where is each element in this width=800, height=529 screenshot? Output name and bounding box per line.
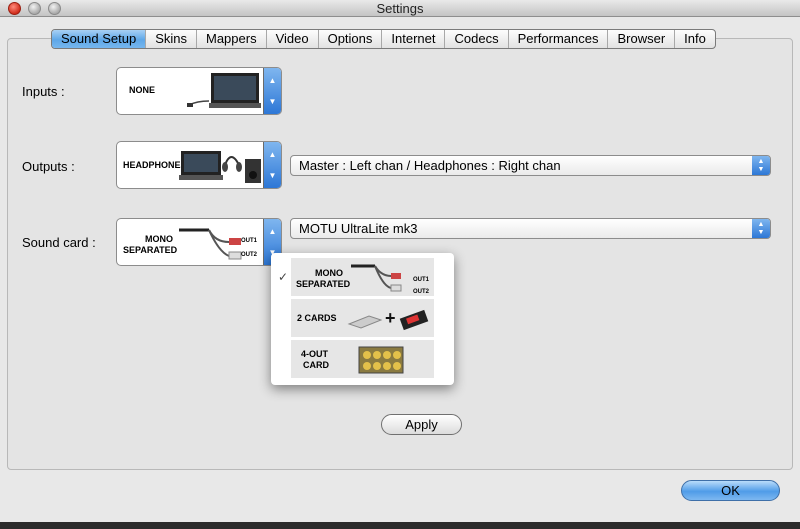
- menu-item-4-out-line1: 4-OUT: [301, 349, 328, 359]
- title-bar: Settings: [0, 0, 800, 17]
- sound-card-label: Sound card :: [22, 235, 96, 250]
- outputs-label: Outputs :: [22, 159, 75, 174]
- sound-card-value: MOTU UltraLite mk3: [299, 221, 418, 236]
- tab-browser[interactable]: Browser: [608, 30, 676, 48]
- menu-item-2-cards[interactable]: 2 CARDS +: [291, 299, 434, 337]
- headphones-output-icon: [179, 151, 261, 183]
- sound-card-select[interactable]: MOTU UltraLite mk3 ▲ ▼: [290, 218, 771, 239]
- outputs-stepper[interactable]: ▲ ▼: [263, 142, 281, 188]
- ok-button[interactable]: OK: [681, 480, 780, 501]
- inputs-stepper[interactable]: ▲ ▼: [263, 68, 281, 114]
- menu-item-mono-line1: MONO: [315, 268, 343, 278]
- two-cards-icon: +: [347, 308, 429, 331]
- mono-cable-icon: [351, 264, 402, 292]
- inputs-picker-text: NONE: [129, 85, 156, 95]
- outputs-picker[interactable]: HEADPHONES ▲ ▼: [116, 141, 282, 189]
- svg-text:+: +: [385, 308, 396, 328]
- sound-card-arrows: ▲ ▼: [752, 219, 770, 238]
- menu-item-4-out-card[interactable]: 4-OUT CARD: [291, 340, 434, 378]
- tab-options[interactable]: Options: [319, 30, 383, 48]
- desktop-background-strip: [0, 522, 800, 529]
- inputs-label: Inputs :: [22, 84, 65, 99]
- laptop-input-icon: [187, 73, 261, 108]
- four-out-card-icon: [358, 346, 404, 374]
- tab-skins[interactable]: Skins: [146, 30, 197, 48]
- menu-item-mono-line2: SEPARATED: [296, 279, 351, 289]
- output-routing-arrows: ▲ ▼: [752, 156, 770, 175]
- sound-card-picker-line2: SEPARATED: [123, 245, 178, 255]
- output-routing-select[interactable]: Master : Left chan / Headphones : Right …: [290, 155, 771, 176]
- sound-card-picker[interactable]: MONO SEPARATED OUT1 OUT2 ▲▼: [116, 218, 282, 266]
- tab-mappers[interactable]: Mappers: [197, 30, 267, 48]
- menu-item-mono-out1: OUT1: [413, 277, 430, 283]
- sound-card-mode-menu: ✓ MONO SEPARATED OUT1 OUT2 2 CARDS + 4-O…: [271, 253, 454, 385]
- menu-item-mono-separated[interactable]: MONO SEPARATED OUT1 OUT2: [291, 258, 434, 296]
- tab-internet[interactable]: Internet: [382, 30, 446, 48]
- outputs-picker-text: HEADPHONES: [123, 160, 187, 170]
- sound-card-out1: OUT1: [241, 238, 258, 244]
- apply-button[interactable]: Apply: [381, 414, 462, 435]
- tab-sound-setup[interactable]: Sound Setup: [52, 30, 147, 48]
- menu-item-4-out-line2: CARD: [303, 360, 329, 370]
- tab-codecs[interactable]: Codecs: [445, 30, 509, 48]
- settings-window: Settings Sound Setup Skins Mappers Video…: [0, 0, 800, 522]
- checkmark-icon: ✓: [278, 270, 289, 284]
- tab-video[interactable]: Video: [267, 30, 319, 48]
- sound-card-picker-line1: MONO: [145, 234, 173, 244]
- output-routing-value: Master : Left chan / Headphones : Right …: [299, 158, 561, 173]
- menu-item-mono-out2: OUT2: [413, 289, 430, 295]
- sound-card-out2: OUT2: [241, 252, 258, 258]
- window-title: Settings: [376, 1, 424, 16]
- tab-performances[interactable]: Performances: [509, 30, 609, 48]
- tab-bar: Sound Setup Skins Mappers Video Options …: [51, 29, 716, 49]
- menu-item-2-cards-label: 2 CARDS: [297, 313, 337, 323]
- tab-info[interactable]: Info: [675, 30, 715, 48]
- inputs-picker[interactable]: NONE ▲ ▼: [116, 67, 282, 115]
